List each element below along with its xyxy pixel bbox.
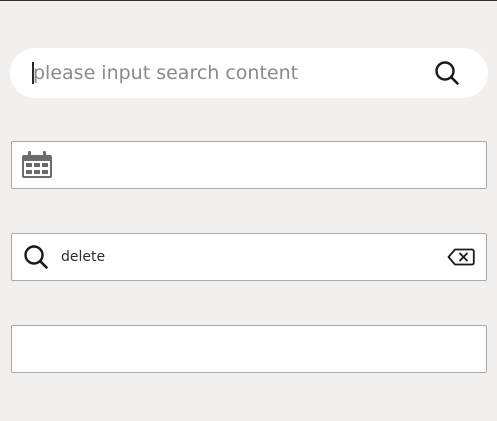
text-field[interactable] xyxy=(11,325,487,373)
calendar-icon[interactable] xyxy=(21,151,53,179)
search-icon xyxy=(24,245,48,269)
search-field-value: delete xyxy=(61,249,106,265)
search-bar[interactable]: please input search content xyxy=(10,48,488,98)
date-field[interactable] xyxy=(11,141,487,189)
top-divider xyxy=(0,0,497,1)
search-field-with-value[interactable]: delete xyxy=(11,233,487,281)
backspace-clear-icon[interactable] xyxy=(447,248,475,266)
search-placeholder: please input search content xyxy=(33,62,299,84)
search-icon[interactable] xyxy=(434,60,460,86)
